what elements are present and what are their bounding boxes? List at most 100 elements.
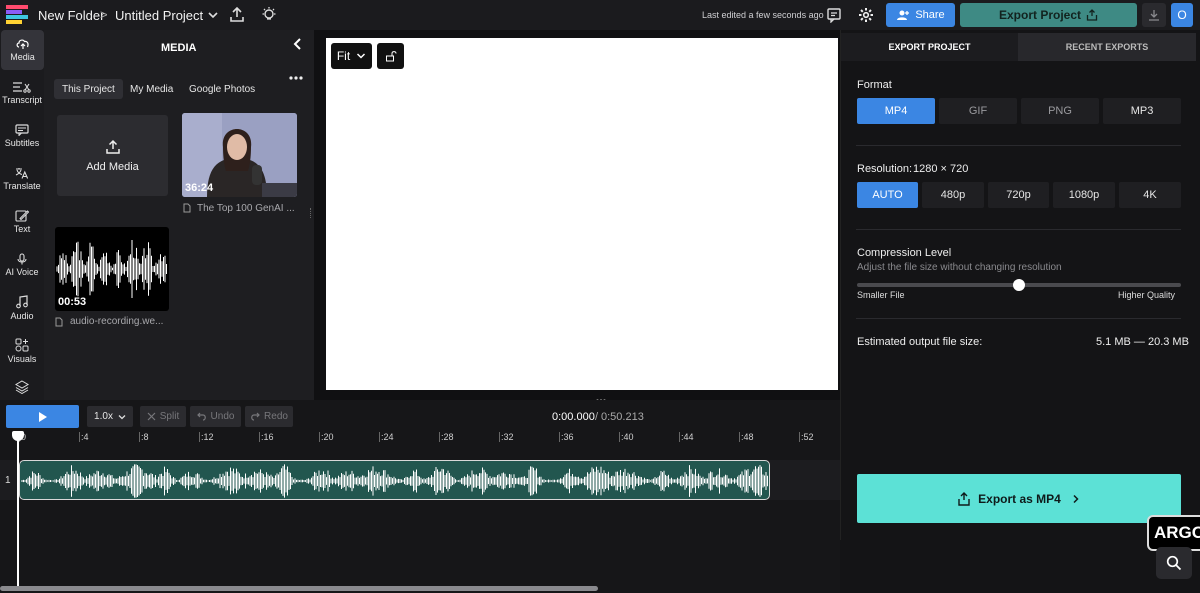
rail-item-text[interactable]: Text: [0, 202, 44, 242]
compression-title: Compression Level: [857, 247, 952, 259]
format-mp3[interactable]: MP3: [1103, 98, 1181, 124]
audio-clip[interactable]: [19, 460, 770, 500]
tab-label: RECENT EXPORTS: [1065, 42, 1149, 52]
export-as-mp4-button[interactable]: Export as MP4: [857, 474, 1181, 523]
undo-button[interactable]: Undo: [190, 406, 241, 427]
speed-label: 1.0x: [94, 411, 113, 422]
format-option-label: MP4: [884, 105, 908, 117]
collapse-panel-icon[interactable]: [292, 37, 304, 51]
rail-item-translate[interactable]: Translate: [0, 159, 44, 199]
rail-item-layers[interactable]: [0, 375, 44, 401]
argo-badge[interactable]: ARGO: [1147, 515, 1200, 551]
ruler-tick: [619, 432, 620, 442]
rail-label-text: Text: [13, 224, 31, 234]
ruler-tick-label: :8: [141, 432, 149, 442]
ruler-tick-label: :24: [381, 432, 394, 442]
share-button[interactable]: Share: [886, 3, 955, 27]
format-gif[interactable]: GIF: [939, 98, 1017, 124]
resolution-4k[interactable]: 4K: [1119, 182, 1181, 208]
upload-icon[interactable]: [229, 6, 245, 23]
app-logo[interactable]: [6, 5, 30, 25]
video-canvas[interactable]: [326, 38, 838, 390]
tab-recent-exports[interactable]: RECENT EXPORTS: [1018, 33, 1196, 61]
divider: [856, 229, 1181, 230]
aspect-lock-button[interactable]: [377, 43, 404, 69]
resolution-auto[interactable]: AUTO: [857, 182, 918, 208]
add-media-label: Add Media: [86, 160, 139, 173]
rail-label-media: Media: [10, 52, 35, 62]
ruler-tick-label: :12: [201, 432, 214, 442]
breadcrumb-folder[interactable]: New Folder: [38, 8, 104, 23]
tab-label: EXPORT PROJECT: [888, 42, 971, 52]
ai-voice-icon: [17, 253, 27, 265]
redo-button[interactable]: Redo: [245, 406, 293, 427]
video-file-name[interactable]: The Top 100 GenAI ...: [197, 203, 295, 214]
ruler-tick-label: :52: [801, 432, 814, 442]
redo-label: Redo: [264, 411, 288, 422]
rail-item-media[interactable]: Media: [1, 30, 44, 70]
speed-dropdown[interactable]: 1.0x: [87, 406, 133, 427]
rail-label-transcript: Transcript: [2, 95, 42, 105]
total-time: 0:50.213: [601, 411, 644, 423]
export-project-label: Export Project: [998, 8, 1082, 22]
timeline-scrollbar[interactable]: [0, 586, 598, 591]
export-as-mp4-label: Export as MP4: [978, 491, 1061, 506]
lightbulb-icon[interactable]: [261, 6, 277, 23]
video-duration: 36:24: [185, 182, 214, 194]
format-option-label: PNG: [1048, 105, 1072, 117]
project-title[interactable]: Untitled Project: [115, 8, 203, 23]
music-note-icon: [16, 295, 28, 309]
rail-item-ai-voice[interactable]: AI Voice: [0, 245, 44, 285]
fit-dropdown[interactable]: Fit: [331, 43, 372, 69]
split-button[interactable]: Split: [140, 406, 186, 427]
tab-export-project[interactable]: EXPORT PROJECT: [841, 33, 1018, 61]
rail-item-visuals[interactable]: Visuals: [0, 331, 44, 371]
search-button[interactable]: [1156, 547, 1192, 579]
more-options-icon[interactable]: [289, 75, 303, 81]
resolution-720p[interactable]: 720p: [988, 182, 1049, 208]
last-edited-status: Last edited a few seconds ago: [702, 10, 824, 20]
tab-google-photos[interactable]: Google Photos: [181, 79, 263, 99]
estimate-label: Estimated output file size:: [857, 336, 983, 348]
share-out-icon: [1086, 9, 1098, 21]
resolution-480p[interactable]: 480p: [922, 182, 984, 208]
add-media-button[interactable]: Add Media: [57, 115, 168, 196]
export-project-button[interactable]: Export Project: [960, 3, 1137, 27]
comment-icon[interactable]: [826, 7, 842, 23]
audio-file-name[interactable]: audio-recording.we...: [70, 316, 163, 327]
divider: [856, 145, 1181, 146]
compression-slider-thumb[interactable]: [1013, 279, 1025, 291]
chevron-down-icon[interactable]: [207, 10, 219, 20]
ruler-tick-label: :16: [261, 432, 274, 442]
ruler-tick: [739, 432, 740, 442]
resolution-option-label: 4K: [1143, 189, 1157, 201]
video-thumbnail[interactable]: 36:24: [182, 113, 297, 197]
play-button[interactable]: [6, 405, 79, 428]
subtitles-icon: [15, 124, 29, 136]
format-mp4[interactable]: MP4: [857, 98, 935, 124]
playhead-line[interactable]: [17, 436, 19, 586]
tab-this-project[interactable]: This Project: [54, 79, 123, 99]
file-icon: [55, 317, 63, 327]
rail-item-transcript[interactable]: Transcript: [0, 73, 44, 113]
tab-my-media[interactable]: My Media: [122, 79, 181, 99]
smaller-file-label: Smaller File: [857, 290, 905, 300]
format-option-label: MP3: [1130, 105, 1154, 117]
rail-label-ai-voice: AI Voice: [5, 267, 39, 277]
download-button[interactable]: [1142, 3, 1166, 27]
resolution-1080p[interactable]: 1080p: [1053, 182, 1115, 208]
audio-thumbnail[interactable]: 00:53: [55, 227, 169, 311]
resolution-option-label: 1080p: [1068, 189, 1100, 201]
panel-resize-handle[interactable]: [310, 208, 312, 218]
resolution-option-label: 720p: [1006, 189, 1031, 201]
rail-item-audio[interactable]: Audio: [0, 288, 44, 328]
format-png[interactable]: PNG: [1021, 98, 1099, 124]
clip-waveform: [21, 464, 768, 498]
gear-icon[interactable]: [858, 7, 874, 23]
user-avatar[interactable]: O: [1171, 3, 1193, 27]
ruler-tick: [139, 432, 140, 442]
rail-item-subtitles[interactable]: Subtitles: [0, 116, 44, 156]
add-user-icon: [897, 10, 910, 20]
estimate-value: 5.1 MB — 20.3 MB: [1096, 336, 1189, 348]
upload-icon: [105, 139, 120, 154]
